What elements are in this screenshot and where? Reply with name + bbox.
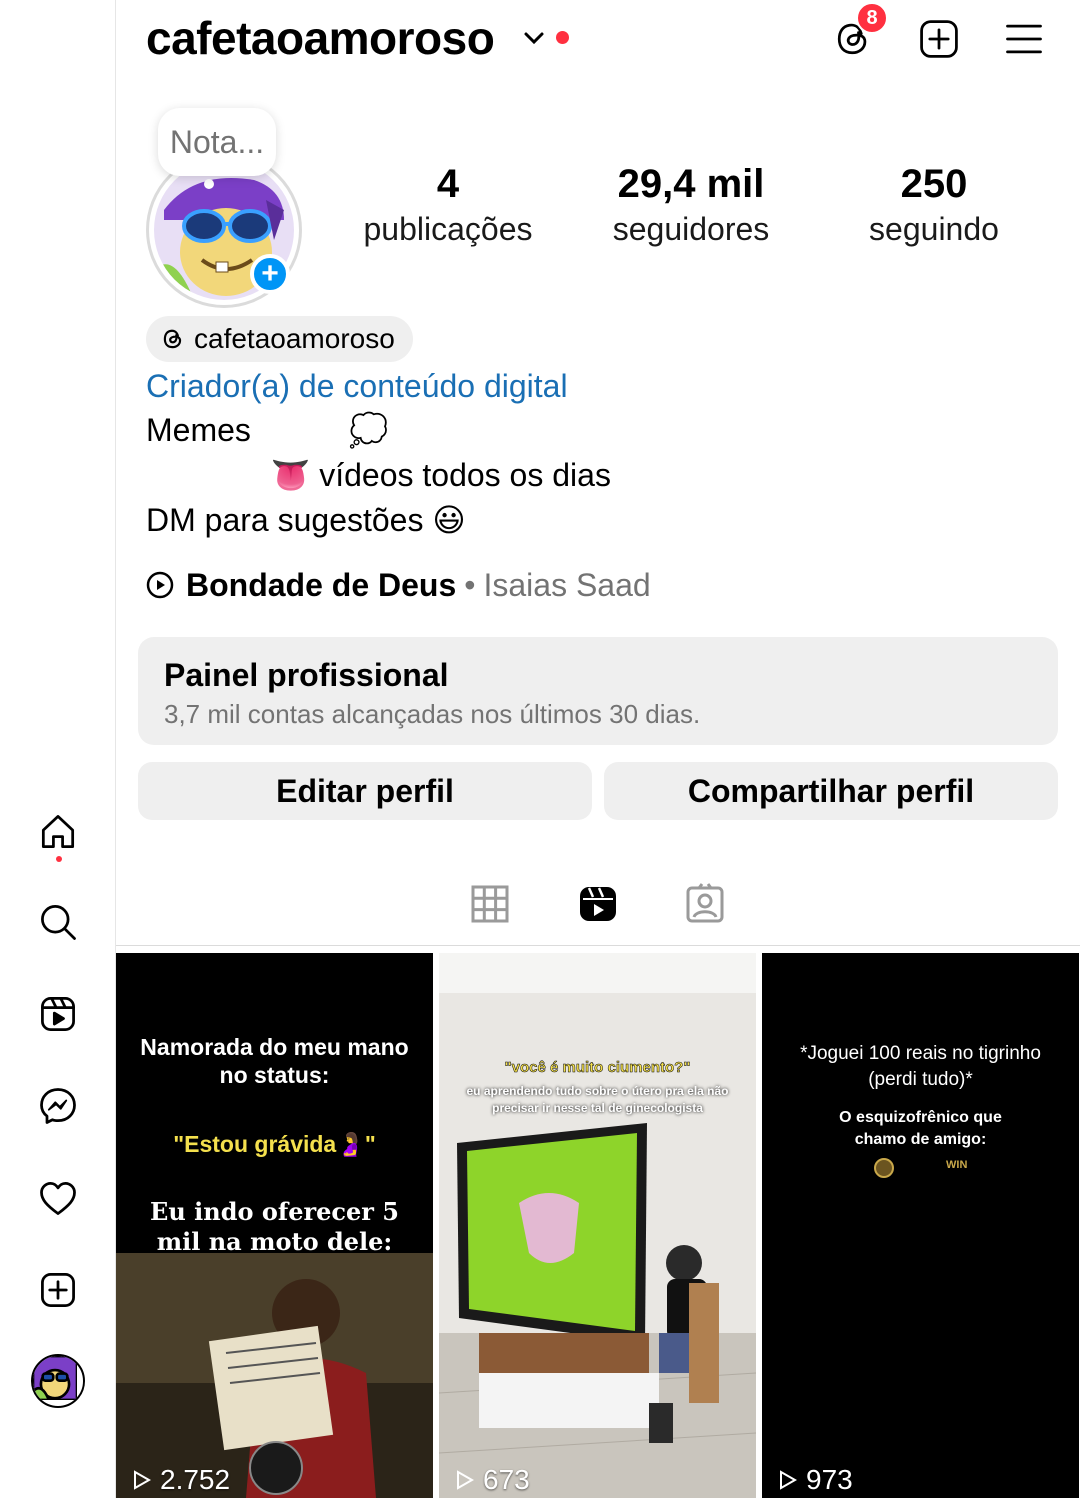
tagged-icon [686,883,724,923]
reel-1-caption-top: Namorada do meu mano no status: [140,1034,409,1088]
tab-tagged[interactable] [681,880,729,928]
create-post-button[interactable] [916,16,962,62]
heart-icon [40,1181,76,1215]
bio-line-3: DM para sugestões 😃 [146,502,466,538]
play-icon [134,1470,152,1490]
bio-line-1: Memes 💭 [146,412,389,448]
stat-following-label: seguindo [869,211,999,247]
create-icon [41,1273,75,1307]
music-artist: Isaias Saad [483,567,651,603]
reel-tile-3[interactable]: *Joguei 100 reais no tigrinho (perdi tud… [762,953,1079,1498]
share-profile-button[interactable]: Compartilhar perfil [604,762,1058,820]
reel-1-view-count: 2.752 [160,1464,231,1495]
edit-profile-button[interactable]: Editar perfil [138,762,592,820]
tab-reels[interactable] [574,880,622,928]
nav-create[interactable] [30,1262,86,1318]
stat-posts-label: publicações [363,211,533,247]
stat-following[interactable]: 250 seguindo [824,160,1044,250]
music-song: Bondade de Deus [186,567,457,603]
reel-2-caption-top: "você é muito ciumento?" [504,1059,691,1077]
reels-icon [41,997,75,1031]
threads-badge: 8 [856,2,888,34]
menu-button[interactable] [1001,16,1047,62]
reel-tile-2[interactable]: "você é muito ciumento?" eu aprendendo t… [439,953,756,1498]
reel-tile-1[interactable]: Namorada do meu mano no status: "Estou g… [116,953,433,1498]
reel-2-thumbnail-image [439,953,756,1498]
reel-2-caption-sub: eu aprendendo tudo sobre o útero pra ela… [466,1084,729,1115]
stat-followers-label: seguidores [612,211,770,247]
threads-handle: cafetaoamoroso [194,323,395,354]
grid-icon [471,885,509,923]
coin-icon [874,1158,894,1178]
stat-followers[interactable]: 29,4 mil seguidores [581,160,801,250]
reel-3-views: 973 [778,1462,853,1498]
reel-1-views: 2.752 [132,1462,230,1498]
tab-posts-grid[interactable] [466,880,514,928]
play-icon [780,1470,798,1490]
reel-3-view-count: 973 [806,1464,853,1495]
reel-1-caption-mid: "Estou grávida🤰" [173,1131,376,1157]
play-circle-icon [146,571,174,599]
reel-3-caption-mid: O esquizofrênico que chamo de amigo: [839,1109,1002,1148]
account-notification-dot [556,31,569,44]
hamburger-menu-icon [1006,24,1042,54]
nav-reels[interactable] [30,986,86,1042]
professional-dashboard[interactable]: Painel profissional 3,7 mil contas alcan… [138,637,1058,745]
reel-3-win-label: WIN [946,1159,968,1171]
threads-icon [163,329,182,349]
nav-profile-avatar[interactable] [31,1354,85,1408]
bio-line-2: 👅 vídeos todos os dias [146,457,611,493]
avatar-image [33,1356,79,1402]
stat-followers-value: 29,4 mil [617,162,765,206]
tabs-divider [116,945,1080,946]
left-nav-rail [0,0,116,1498]
reel-3-caption-top: *Joguei 100 reais no tigrinho (perdi tud… [800,1043,1041,1090]
reel-2-view-count: 673 [483,1464,530,1495]
account-username[interactable]: cafetaoamoroso [146,8,495,68]
stat-following-value: 250 [900,162,968,206]
reel-1-caption-bottom: Eu indo oferecer 5 mil na moto dele: [150,1197,399,1256]
nav-messenger[interactable] [30,1078,86,1134]
reel-2-views: 673 [455,1462,530,1498]
add-story-plus-icon[interactable]: + [250,254,290,294]
stat-posts[interactable]: 4 publicações [338,160,558,250]
threads-profile-chip[interactable]: cafetaoamoroso [146,316,413,362]
profile-main: cafetaoamoroso 8 + Nota... 4 publicações… [116,0,1080,1498]
nav-activity[interactable] [30,1170,86,1226]
nav-search[interactable] [30,894,86,950]
chevron-down-icon[interactable] [522,28,546,48]
home-icon [41,815,75,849]
messenger-icon [40,1088,76,1124]
stat-posts-value: 4 [436,162,460,206]
search-icon [41,905,76,940]
profile-category[interactable]: Criador(a) de conteúdo digital [146,364,568,408]
panel-title: Painel profissional [164,657,449,693]
home-notification-dot [56,856,62,862]
nav-home[interactable] [30,804,86,862]
note-bubble[interactable]: Nota... [158,108,276,176]
panel-subtitle: 3,7 mil contas alcançadas nos últimos 30… [164,699,701,729]
add-square-icon [920,20,958,58]
reels-icon [580,887,616,921]
profile-music[interactable]: Bondade de Deus • Isaias Saad [146,562,651,608]
music-separator: • [464,567,476,603]
play-icon [457,1470,475,1490]
